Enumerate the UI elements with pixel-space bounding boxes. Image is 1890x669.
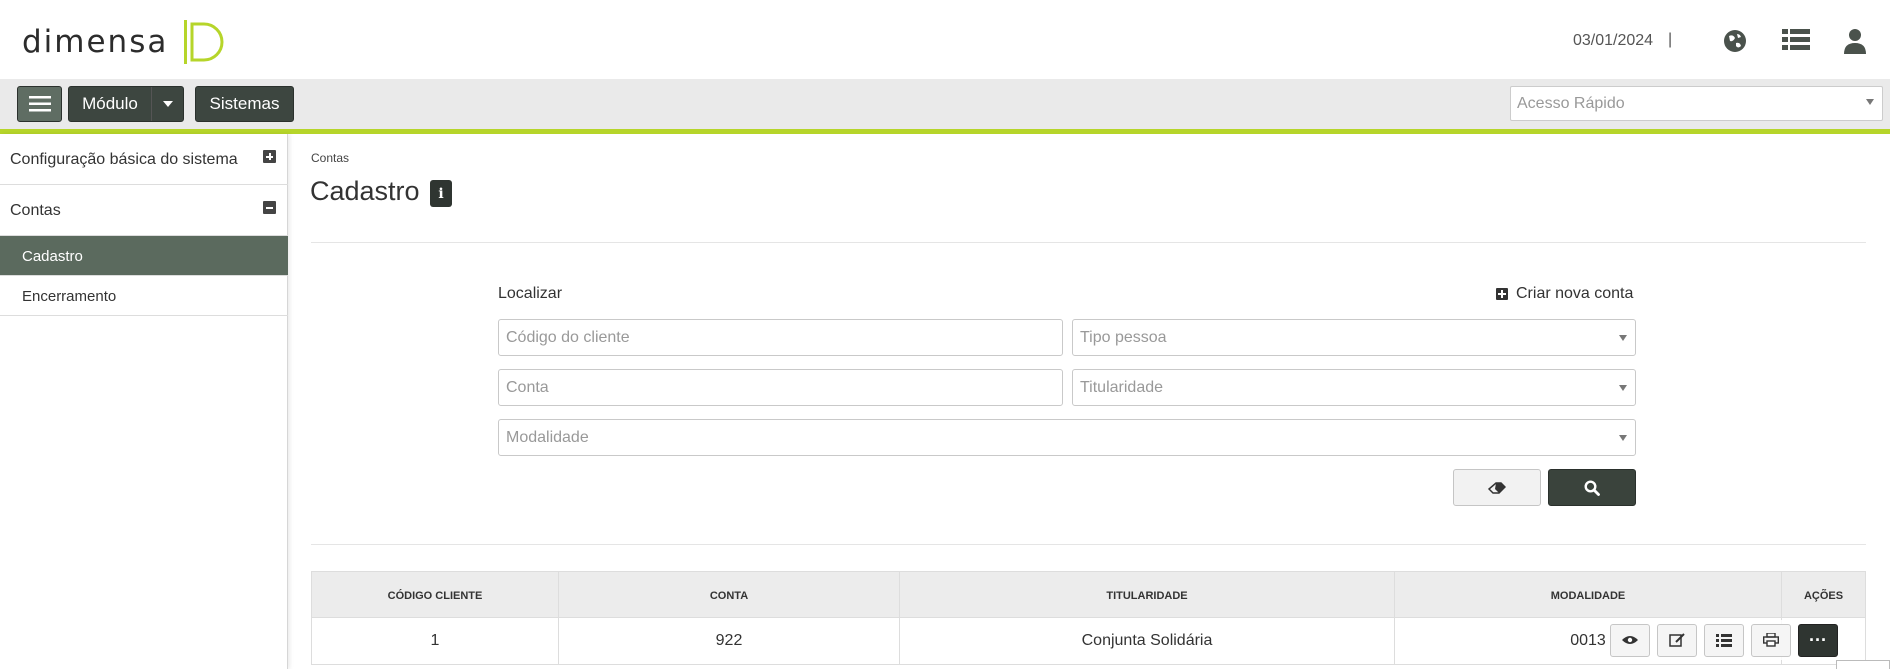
page-title: Cadastro — [310, 176, 420, 206]
date-separator: | — [1668, 31, 1673, 48]
column-header-codigo-cliente[interactable]: CÓDIGO CLIENTE — [312, 572, 559, 619]
modalidade-placeholder: Modalidade — [506, 429, 589, 446]
sidebar: Configuração básica do sistema Contas Ca… — [0, 134, 288, 669]
divider — [311, 242, 1866, 243]
quick-access-placeholder: Acesso Rápido — [1517, 95, 1625, 112]
titularidade-placeholder: Titularidade — [1080, 379, 1164, 396]
column-header-modalidade[interactable]: MODALIDADE — [1395, 572, 1782, 619]
user-icon[interactable] — [1844, 28, 1872, 56]
top-header: DIMENSA 03/01/2024 | — [0, 0, 1890, 79]
print-icon — [1763, 633, 1779, 647]
view-button[interactable] — [1610, 623, 1650, 657]
sidebar-group-contas[interactable]: Contas — [0, 185, 288, 236]
chevron-down-icon — [1619, 335, 1627, 341]
caret-down-icon[interactable] — [151, 87, 183, 121]
plus-icon — [1496, 288, 1508, 300]
info-icon[interactable]: i — [430, 180, 452, 207]
hamburger-icon — [28, 96, 51, 112]
globe-icon[interactable] — [1722, 28, 1750, 56]
divider — [311, 544, 1866, 545]
chevron-down-icon — [1866, 99, 1874, 105]
dropdown-menu-edge — [1836, 660, 1890, 669]
more-icon: ··· — [1809, 629, 1827, 650]
cell-titularidade: Conjunta Solidária — [900, 618, 1395, 664]
print-button[interactable] — [1751, 623, 1791, 657]
tipo-pessoa-select[interactable]: Tipo pessoa — [1072, 319, 1636, 356]
column-header-acoes: AÇÕES — [1803, 589, 1844, 602]
chevron-down-icon — [1619, 385, 1627, 391]
search-icon — [1584, 479, 1600, 496]
menu-toggle-button[interactable] — [17, 86, 62, 122]
conta-input[interactable] — [498, 369, 1063, 406]
search-section-label: Localizar — [498, 285, 563, 302]
eraser-icon — [1488, 481, 1506, 494]
sistemas-button[interactable]: Sistemas — [195, 86, 294, 122]
collapse-icon[interactable] — [263, 201, 276, 214]
create-account-link[interactable]: Criar nova conta — [1496, 285, 1633, 303]
search-button[interactable] — [1548, 469, 1636, 506]
eye-icon — [1622, 636, 1638, 644]
titularidade-select[interactable]: Titularidade — [1072, 369, 1636, 406]
quick-access-select[interactable]: Acesso Rápido — [1510, 86, 1883, 121]
column-header-conta[interactable]: CONTA — [559, 572, 900, 619]
logo-text: DIMENSA — [22, 24, 169, 60]
column-header-titularidade[interactable]: TITULARIDADE — [900, 572, 1395, 619]
codigo-cliente-input[interactable] — [498, 319, 1063, 356]
sidebar-item-encerramento[interactable]: Encerramento — [0, 276, 288, 316]
row-actions: ··· — [1608, 620, 1853, 660]
edit-button[interactable] — [1657, 623, 1697, 657]
cell-conta: 922 — [559, 618, 900, 664]
more-button[interactable]: ··· — [1798, 623, 1838, 657]
list-icon — [1716, 633, 1732, 647]
chevron-down-icon — [1619, 435, 1627, 441]
create-account-label: Criar nova conta — [1516, 285, 1634, 302]
breadcrumb[interactable]: Contas — [311, 151, 349, 165]
edit-icon — [1669, 633, 1685, 647]
modalidade-select[interactable]: Modalidade — [498, 419, 1636, 456]
list-icon[interactable] — [1782, 28, 1810, 56]
sidebar-group-label: Configuração básica do sistema — [10, 151, 238, 168]
dimensa-logo[interactable]: DIMENSA — [22, 18, 226, 66]
sidebar-group-configuracao[interactable]: Configuração básica do sistema — [0, 134, 288, 185]
cell-codigo-cliente: 1 — [312, 618, 559, 664]
sidebar-group-label: Contas — [10, 202, 61, 219]
modulo-dropdown-button[interactable]: Módulo — [68, 86, 184, 122]
logo-mark-icon — [184, 20, 224, 64]
sidebar-item-cadastro[interactable]: Cadastro — [0, 236, 288, 276]
modulo-label: Módulo — [82, 94, 138, 113]
list-button[interactable] — [1704, 623, 1744, 657]
table-header: CÓDIGO CLIENTE CONTA TITULARIDADE MODALI… — [311, 571, 1866, 619]
clear-button[interactable] — [1453, 469, 1541, 506]
current-date: 03/01/2024 — [1573, 32, 1654, 49]
tipo-pessoa-placeholder: Tipo pessoa — [1080, 329, 1167, 346]
expand-icon[interactable] — [263, 150, 276, 163]
